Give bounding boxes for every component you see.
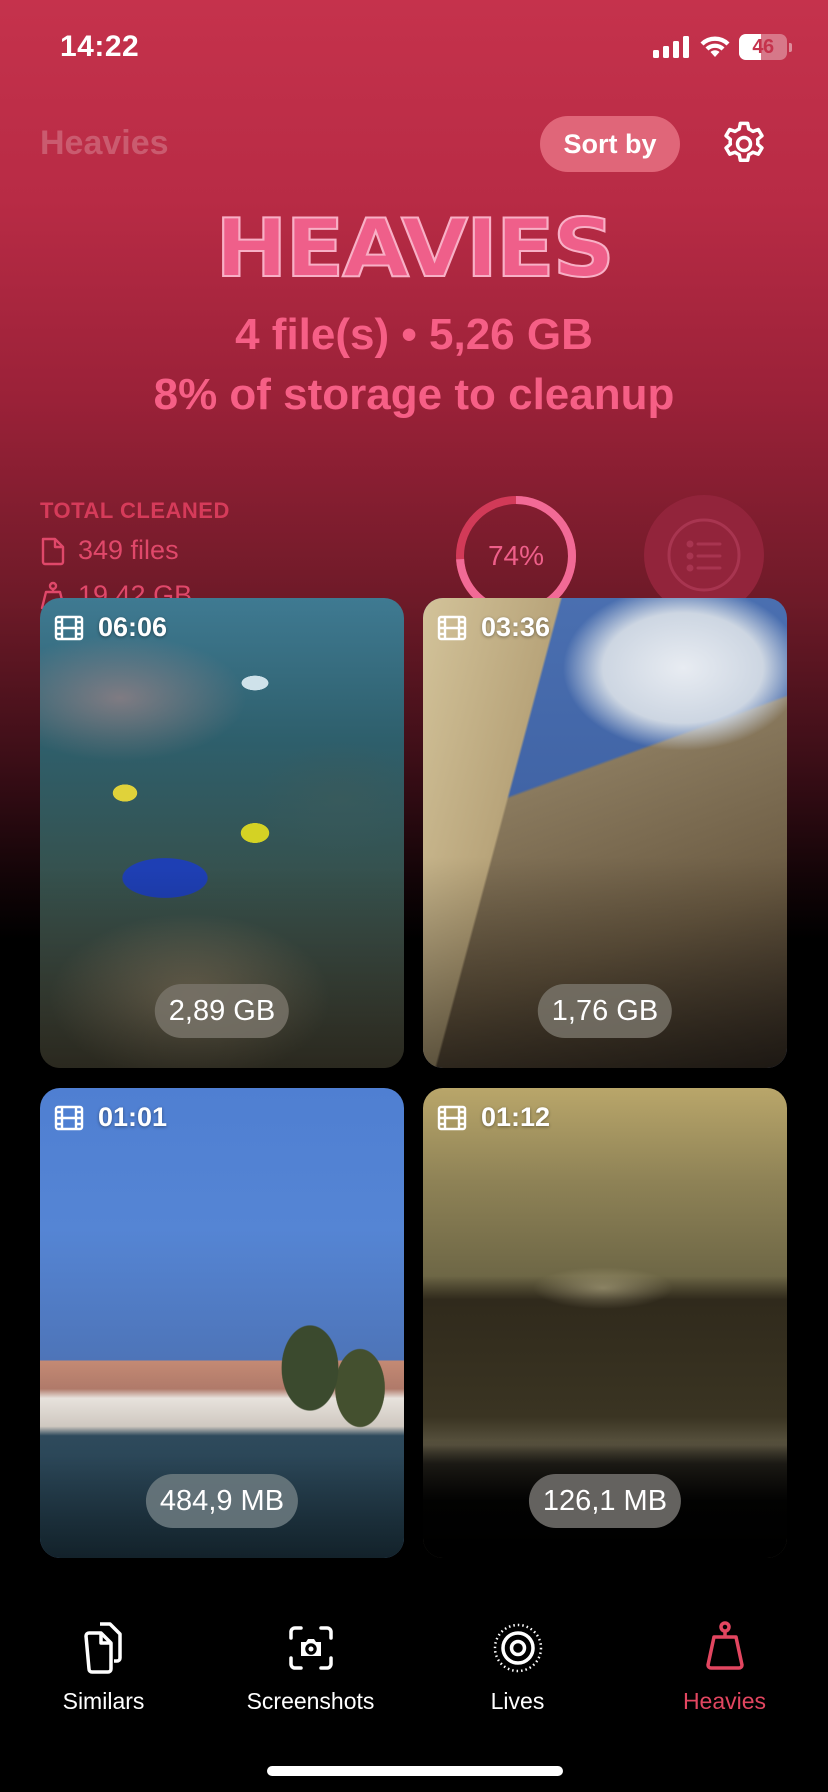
video-duration: 06:06 xyxy=(54,612,167,643)
duration-text: 06:06 xyxy=(98,612,168,642)
battery-tip xyxy=(789,42,792,52)
tab-lives[interactable]: Lives xyxy=(414,1620,621,1730)
film-icon xyxy=(437,615,467,640)
battery-indicator: 46 xyxy=(739,34,787,60)
tab-label: Lives xyxy=(490,1688,545,1714)
tab-label: Heavies xyxy=(682,1688,767,1714)
status-icons: 46 xyxy=(653,34,792,60)
storage-note: 8% of storage to cleanup xyxy=(153,370,675,419)
home-indicator[interactable] xyxy=(267,1766,563,1776)
duration-text: 01:12 xyxy=(481,1102,551,1132)
tab-label: Screenshots xyxy=(246,1688,375,1714)
status-time: 14:22 xyxy=(60,30,140,63)
video-card[interactable]: 03:36 1,76 GB xyxy=(423,598,787,1068)
screenshot-camera-icon xyxy=(288,1626,333,1670)
list-view-button[interactable] xyxy=(644,495,764,615)
file-size-badge: 484,9 MB xyxy=(145,1474,299,1528)
tab-screenshots[interactable]: Screenshots xyxy=(207,1620,414,1730)
film-icon xyxy=(437,1105,467,1130)
battery-level: 46 xyxy=(752,35,774,58)
tab-bar: Similars Screenshots Lives Heavies xyxy=(0,1620,828,1730)
cleaned-files-count: 349 files xyxy=(78,535,179,565)
film-icon xyxy=(54,1105,84,1130)
video-card[interactable]: 06:06 2,89 GB xyxy=(40,598,404,1068)
documents-icon xyxy=(83,1622,122,1674)
file-size-badge: 2,89 GB xyxy=(154,984,290,1038)
list-icon xyxy=(667,518,741,592)
weight-icon xyxy=(705,1621,744,1670)
nav-title: Heavies xyxy=(40,124,169,162)
tab-heavies[interactable]: Heavies xyxy=(621,1620,828,1730)
file-size-badge: 126,1 MB xyxy=(528,1474,682,1528)
cellular-signal-icon xyxy=(653,36,689,58)
wifi-icon xyxy=(700,36,730,57)
file-size-badge: 1,76 GB xyxy=(537,984,673,1038)
tab-similars[interactable]: Similars xyxy=(0,1620,207,1730)
tab-label: Similars xyxy=(62,1688,145,1714)
video-duration: 01:12 xyxy=(437,1102,550,1133)
document-icon xyxy=(41,537,65,565)
live-photo-icon xyxy=(493,1623,542,1673)
sort-by-button[interactable]: Sort by xyxy=(540,116,680,172)
video-duration: 03:36 xyxy=(437,612,550,643)
video-card[interactable]: 01:12 126,1 MB xyxy=(423,1088,787,1558)
duration-text: 03:36 xyxy=(481,612,551,642)
video-card[interactable]: 01:01 484,9 MB xyxy=(40,1088,404,1558)
cleaned-files-row: 349 files xyxy=(40,535,179,566)
duration-text: 01:01 xyxy=(98,1102,168,1132)
hero-title: HEAVIES xyxy=(214,201,616,296)
video-duration: 01:01 xyxy=(54,1102,167,1133)
gear-icon xyxy=(724,121,764,162)
total-cleaned-label: TOTAL CLEANED xyxy=(40,498,230,523)
settings-button[interactable] xyxy=(718,118,770,170)
files-summary: 4 file(s) • 5,26 GB xyxy=(235,310,593,359)
film-icon xyxy=(54,615,84,640)
